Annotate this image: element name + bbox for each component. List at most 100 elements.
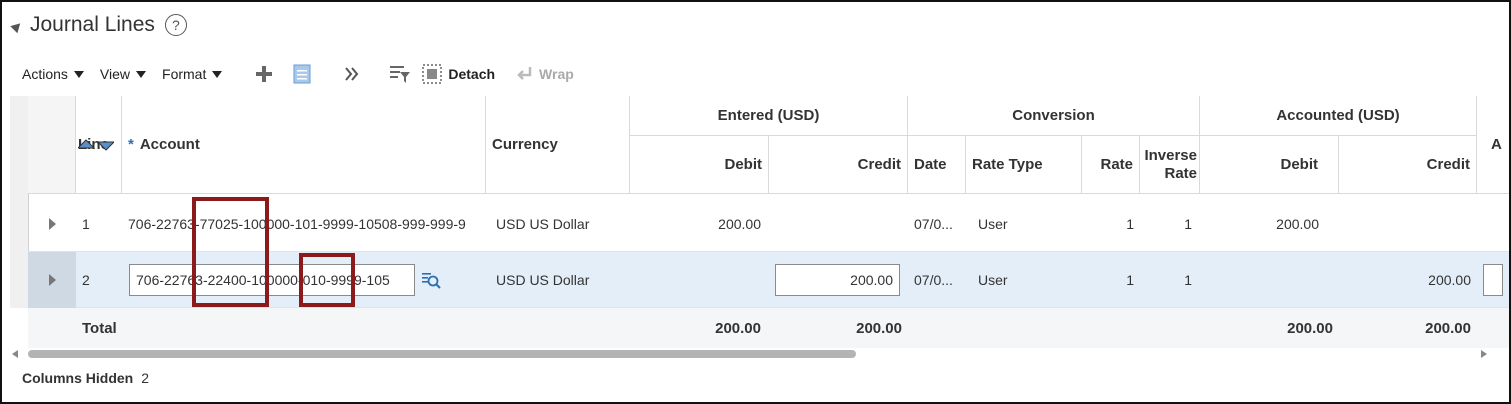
wrap-label: Wrap — [539, 66, 574, 82]
entered-credit-cell: 200.00 — [769, 252, 908, 308]
conversion-date-value: 07/0... — [914, 272, 953, 288]
currency-value: USD US Dollar — [496, 216, 590, 232]
column-header-entered-credit[interactable]: Credit — [769, 136, 908, 194]
wrap-icon — [517, 67, 532, 80]
format-menu-label: Format — [162, 66, 207, 82]
horizontal-scrollbar[interactable] — [12, 348, 1487, 360]
entered-credit-input[interactable]: 200.00 — [775, 264, 900, 296]
accounted-credit-value — [1339, 196, 1477, 252]
more-double-chevron-icon[interactable] — [340, 62, 364, 86]
inverse-rate-header-label: Inverse Rate — [1144, 146, 1197, 182]
account-cell: 706-22763-22400-100000-010-9999-105 — [122, 252, 462, 308]
accounted-debit-value — [1200, 252, 1339, 308]
expand-row-icon[interactable] — [28, 196, 76, 252]
row-selector-column — [10, 96, 29, 308]
totals-row: Total 200.00 200.00 200.00 200.00 — [28, 308, 1509, 348]
format-menu[interactable]: Format — [162, 66, 223, 82]
total-entered-credit: 200.00 — [856, 319, 902, 337]
help-icon[interactable]: ? — [164, 14, 187, 36]
collapse-icon[interactable] — [10, 19, 24, 33]
scroll-right-icon[interactable] — [1481, 350, 1487, 358]
section-title: Journal Lines — [30, 13, 155, 36]
entered-debit-label: Debit — [724, 156, 763, 173]
total-entered-debit: 200.00 — [715, 319, 761, 337]
accounted-credit-value: 200.00 — [1428, 272, 1471, 288]
column-header-rate-type[interactable]: Rate Type — [966, 136, 1082, 194]
add-row-icon[interactable] — [252, 62, 276, 86]
columns-hidden-label: Columns Hidden — [22, 370, 134, 386]
account-value[interactable]: 706-22763-77025-100000-101-9999-10508-99… — [122, 196, 484, 252]
chevron-down-icon — [136, 70, 147, 78]
total-accounted-credit: 200.00 — [1425, 319, 1471, 337]
rate-type-value: User — [978, 216, 1008, 232]
chevron-down-icon — [73, 70, 84, 78]
view-menu[interactable]: View — [99, 66, 147, 82]
column-group-entered: Entered (USD) — [630, 96, 908, 136]
rate-type-header-label: Rate Type — [972, 156, 1043, 173]
column-header-line[interactable]: Line — [76, 96, 122, 194]
column-header-date[interactable]: Date — [908, 136, 966, 194]
accounted-debit-label: Debit — [1280, 156, 1319, 173]
expander-header — [28, 96, 76, 194]
currency-value: USD US Dollar — [496, 272, 590, 288]
conversion-group-label: Conversion — [1012, 107, 1095, 124]
accounted-group-label: Accounted (USD) — [1276, 107, 1400, 124]
entered-debit-value — [630, 252, 767, 308]
rate-value: 1 — [1126, 216, 1134, 232]
toolbar: Actions View Format Detach Wrap — [22, 62, 596, 86]
inverse-rate-value: 1 — [1184, 272, 1192, 288]
document-icon[interactable] — [290, 62, 314, 86]
rate-value: 1 — [1126, 272, 1134, 288]
entered-group-label: Entered (USD) — [717, 107, 820, 124]
required-indicator: * — [128, 136, 134, 153]
actions-menu-label: Actions — [22, 66, 68, 82]
column-header-accounted-credit[interactable]: Credit — [1339, 136, 1477, 194]
account-input[interactable]: 706-22763-22400-100000-010-9999-105 — [129, 264, 415, 296]
journal-lines-panel: Journal Lines ? Actions View Format Deta… — [0, 0, 1511, 404]
detach-icon — [422, 64, 443, 84]
column-header-accounted-debit[interactable]: Debit — [1200, 136, 1339, 194]
scrollbar-thumb[interactable] — [28, 350, 856, 358]
extra-cell — [1483, 252, 1509, 308]
date-header-label: Date — [914, 156, 947, 173]
columns-hidden-count: 2 — [141, 370, 150, 386]
chevron-down-icon — [212, 70, 223, 78]
extra-header-label: A — [1491, 136, 1502, 153]
column-header-account[interactable]: * Account — [122, 96, 486, 194]
line-number: 1 — [82, 216, 90, 232]
expand-row-icon[interactable] — [28, 252, 76, 308]
conversion-date-value: 07/0... — [914, 216, 953, 232]
highlight-box — [192, 197, 269, 307]
detach-label: Detach — [448, 66, 496, 82]
detach-button[interactable]: Detach — [422, 64, 495, 84]
section-header: Journal Lines ? — [10, 10, 187, 40]
actions-menu[interactable]: Actions — [22, 66, 84, 82]
column-header-rate[interactable]: Rate — [1082, 136, 1140, 194]
rate-header-label: Rate — [1100, 156, 1133, 173]
rate-type-value: User — [978, 272, 1008, 288]
entered-debit-value: 200.00 — [718, 216, 761, 232]
currency-header-label: Currency — [492, 136, 558, 153]
extra-input[interactable] — [1483, 264, 1503, 296]
inverse-rate-value: 1 — [1184, 216, 1192, 232]
view-menu-label: View — [99, 66, 131, 82]
entered-credit-value — [769, 196, 908, 252]
column-header-currency[interactable]: Currency — [486, 96, 630, 194]
total-label: Total — [82, 319, 117, 337]
filter-icon[interactable] — [388, 62, 412, 86]
column-header-entered-debit[interactable]: Debit — [630, 136, 769, 194]
wrap-button[interactable]: Wrap — [517, 66, 574, 82]
total-accounted-debit: 200.00 — [1287, 319, 1333, 337]
columns-hidden-status: Columns Hidden 2 — [22, 370, 149, 386]
search-icon[interactable] — [421, 270, 441, 290]
account-header-label: Account — [139, 136, 200, 153]
column-group-conversion: Conversion — [908, 96, 1200, 136]
entered-credit-label: Credit — [857, 156, 901, 173]
accounted-debit-value: 200.00 — [1276, 216, 1319, 232]
column-header-inverse-rate[interactable]: Inverse Rate — [1140, 136, 1200, 194]
column-header-extra[interactable]: A — [1477, 96, 1509, 194]
column-group-accounted: Accounted (USD) — [1200, 96, 1477, 136]
highlight-box — [299, 253, 355, 307]
scroll-left-icon[interactable] — [12, 350, 18, 358]
line-number: 2 — [82, 272, 90, 288]
